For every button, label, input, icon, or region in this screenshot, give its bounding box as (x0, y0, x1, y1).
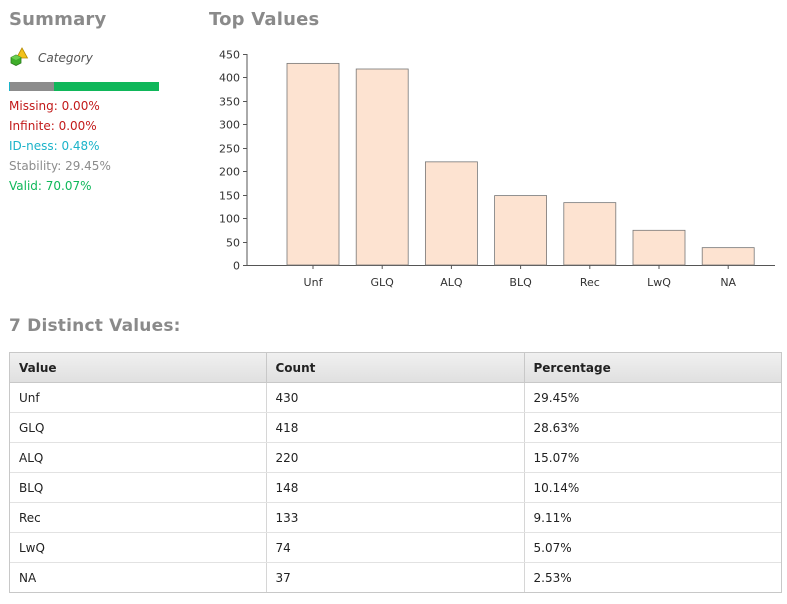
category-icon (9, 47, 35, 69)
summary-title: Summary (9, 9, 107, 30)
y-tick-label: 250 (219, 143, 240, 156)
table-cell: 29.45% (524, 382, 781, 413)
x-tick-label: Rec (580, 276, 600, 289)
bar-glq (355, 68, 409, 266)
table-cell: 148 (266, 472, 525, 503)
x-tick-label: GLQ (371, 276, 395, 289)
distinct-values-table: Value Count Percentage Unf 430 29.45% GLQ 418 2… (9, 352, 782, 593)
stat-line: ID-ness: 0.48% (9, 139, 100, 153)
bar-rec (563, 202, 617, 266)
attribute-type: Category (9, 47, 93, 69)
table-cell: 9.11% (524, 502, 781, 533)
x-tick-label: NA (720, 276, 736, 289)
table-row[interactable]: Unf 430 29.45% (10, 382, 781, 413)
table-row[interactable]: Rec 133 9.11% (10, 502, 781, 533)
table-cell: 133 (266, 502, 525, 533)
table-cell: 10.14% (524, 472, 781, 503)
table-row[interactable]: GLQ 418 28.63% (10, 412, 781, 443)
bar-alq (424, 161, 478, 266)
quality-bar (9, 82, 159, 91)
stat-line: Missing: 0.00% (9, 99, 100, 113)
column-header-value[interactable]: Value (10, 353, 267, 383)
y-tick-label: 150 (219, 190, 240, 203)
table-cell: 430 (266, 382, 525, 413)
x-tick-label: ALQ (440, 276, 463, 289)
column-header-count[interactable]: Count (266, 353, 525, 383)
distinct-values-title: 7 Distinct Values: (9, 316, 181, 336)
quality-segment-stability (9, 82, 54, 91)
table-cell: Unf (10, 382, 267, 413)
table-cell: 15.07% (524, 442, 781, 473)
table-header-row: Value Count Percentage (10, 353, 781, 383)
x-tick-label: Unf (304, 276, 324, 289)
y-tick-label: 350 (219, 96, 240, 109)
x-tick-label: LwQ (647, 276, 671, 289)
y-tick-label: 0 (233, 260, 240, 273)
table-cell: 28.63% (524, 412, 781, 443)
chart-title: Top Values (209, 9, 320, 30)
table-cell: GLQ (10, 412, 267, 443)
table-cell: Rec (10, 502, 267, 533)
table-cell: 37 (266, 562, 525, 592)
top-values-chart: 0 50 100 150 200 250 300 350 400 450 Unf GLQ ALQ BLQ R… (219, 49, 775, 289)
table-cell: ALQ (10, 442, 267, 473)
table-cell: BLQ (10, 472, 267, 503)
table-cell: 418 (266, 412, 525, 443)
y-tick-label: 50 (226, 237, 240, 250)
table-row[interactable]: ALQ 220 15.07% (10, 442, 781, 473)
column-header-percentage[interactable]: Percentage (524, 353, 781, 383)
table-row[interactable]: LwQ 74 5.07% (10, 532, 781, 563)
y-tick-label: 300 (219, 119, 240, 132)
bar-lwq (632, 229, 686, 266)
table-cell: 2.53% (533, 570, 572, 585)
y-tick-label: 200 (219, 166, 240, 179)
stat-line: Infinite: 0.00% (9, 119, 97, 133)
bar-na (701, 247, 755, 266)
table-row[interactable]: NA 37 2.53% (10, 562, 781, 592)
y-tick-label: 450 (219, 49, 240, 62)
stat-line: Stability: 29.45% (9, 159, 111, 173)
x-tick-label: BLQ (509, 276, 532, 289)
quality-segment-valid (53, 82, 159, 91)
type-label: Category (38, 51, 93, 65)
y-tick-label: 400 (219, 72, 240, 85)
table-row[interactable]: BLQ 148 10.14% (10, 472, 781, 503)
stat-line: Valid: 70.07% (9, 179, 92, 193)
y-tick-label: 100 (219, 213, 240, 226)
quality-stats: Missing: 0.00% Infinite: 0.00% ID-ness: 0.… (9, 96, 111, 196)
bar-blq (494, 195, 548, 266)
table-cell: NA (10, 562, 267, 592)
table-cell: 74 (266, 532, 525, 563)
table-cell: 5.07% (524, 532, 781, 563)
table-cell: LwQ (10, 532, 267, 563)
bar-unf (286, 62, 340, 266)
table-cell: 220 (266, 442, 525, 473)
